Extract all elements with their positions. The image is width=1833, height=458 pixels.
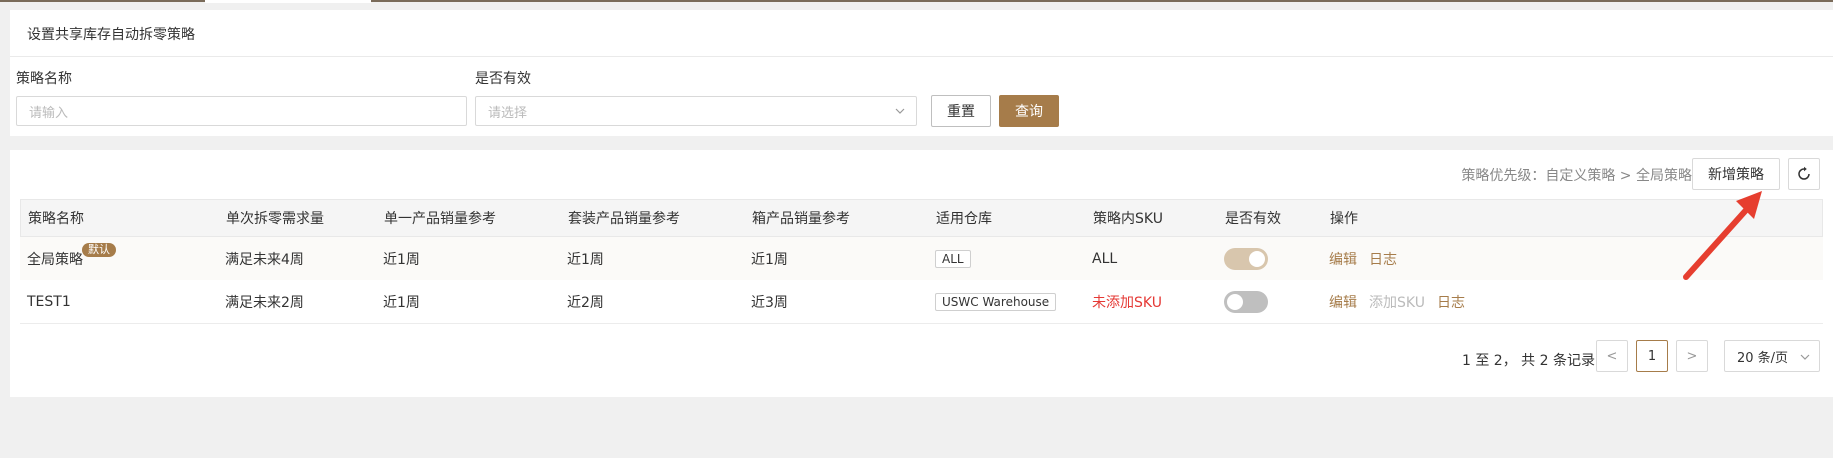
annotation-arrow-icon (1683, 191, 1762, 280)
default-badge: 默认 (82, 243, 116, 257)
page-size-select[interactable]: 20 条/页 (1724, 340, 1820, 372)
pagination-info: 1 至 2， 共 2 条记录 (1462, 353, 1595, 369)
set-ref-cell: 近1周 (567, 251, 604, 268)
strategy-name-cell: TEST1 (27, 280, 71, 323)
table-row: TEST1 满足未来2周 近1周 近2周 近3周 USWC Warehouse … (20, 280, 1823, 324)
refresh-icon (1798, 166, 1810, 180)
col-demand: 单次拆零需求量 (226, 211, 324, 227)
col-warehouse: 适用仓库 (936, 211, 992, 227)
chevron-down-icon (895, 108, 905, 114)
edit-link[interactable]: 编辑 (1329, 292, 1357, 312)
log-link[interactable]: 日志 (1369, 249, 1397, 269)
enabled-cell (1224, 237, 1268, 280)
prev-page-button[interactable]: < (1596, 340, 1628, 372)
filter-panel: 设置共享库存自动拆零策略 策略名称 请输入 是否有效 请选择 重置 查询 (10, 10, 1833, 136)
sku-cell: ALL (1092, 250, 1118, 267)
chevron-down-icon (1800, 354, 1810, 360)
col-enabled: 是否有效 (1225, 211, 1281, 227)
top-bar (0, 0, 1833, 8)
col-box-ref: 箱产品销量参考 (752, 211, 850, 227)
page-size-value: 20 条/页 (1737, 350, 1789, 366)
enabled-toggle[interactable] (1224, 290, 1268, 313)
enabled-toggle[interactable] (1224, 247, 1268, 270)
strategy-name: 全局策略 (27, 251, 83, 268)
col-strategy-name: 策略名称 (28, 211, 84, 227)
box-ref-cell: 近1周 (751, 251, 788, 268)
panel-divider (10, 56, 1833, 57)
set-ref-cell: 近2周 (567, 294, 604, 311)
single-ref-cell: 近1周 (383, 294, 420, 311)
toggle-knob (1249, 250, 1265, 267)
toggle-knob (1227, 293, 1243, 310)
col-single-ref: 单一产品销量参考 (384, 211, 496, 227)
edit-link[interactable]: 编辑 (1329, 249, 1357, 269)
warehouse-tag: USWC Warehouse (935, 292, 1057, 311)
active-tab-indicator (205, 0, 371, 3)
enabled-cell (1224, 280, 1268, 323)
query-button[interactable]: 查询 (999, 95, 1059, 127)
demand-cell: 满足未来4周 (225, 251, 304, 268)
actions-cell: 编辑 添加SKU 日志 (1329, 280, 1477, 323)
warehouse-cell: ALL (935, 237, 971, 280)
sku-cell: 未添加SKU (1092, 294, 1162, 311)
add-sku-link[interactable]: 添加SKU (1369, 292, 1425, 312)
strategy-name-cell: 全局策略 (27, 237, 83, 280)
strategy-name: TEST1 (27, 293, 71, 310)
col-sku: 策略内SKU (1093, 211, 1163, 227)
reset-button[interactable]: 重置 (931, 95, 991, 127)
warehouse-cell: USWC Warehouse (935, 280, 1057, 323)
col-actions: 操作 (1330, 211, 1358, 227)
priority-note: 策略优先级：自定义策略 > 全局策略 (1461, 168, 1692, 184)
table-row: 全局策略 默认 满足未来4周 近1周 近1周 近1周 ALL ALL 编辑 日志 (20, 237, 1823, 281)
refresh-button[interactable] (1788, 158, 1820, 190)
table-header: 策略名称 单次拆零需求量 单一产品销量参考 套装产品销量参考 箱产品销量参考 适… (20, 199, 1823, 237)
current-page-button[interactable]: 1 (1636, 340, 1668, 372)
col-set-ref: 套装产品销量参考 (568, 211, 680, 227)
box-ref-cell: 近3周 (751, 294, 788, 311)
table-panel: 策略优先级：自定义策略 > 全局策略 新增策略 策略名称 单次拆零需求量 单一产… (10, 150, 1833, 397)
warehouse-tag: ALL (935, 249, 971, 268)
is-valid-select[interactable]: 请选择 (475, 96, 917, 126)
strategy-name-input[interactable]: 请输入 (16, 96, 467, 126)
next-page-button[interactable]: > (1676, 340, 1708, 372)
single-ref-cell: 近1周 (383, 251, 420, 268)
log-link[interactable]: 日志 (1437, 292, 1465, 312)
is-valid-label: 是否有效 (475, 71, 531, 87)
is-valid-placeholder: 请选择 (488, 105, 528, 121)
demand-cell: 满足未来2周 (225, 294, 304, 311)
actions-cell: 编辑 日志 (1329, 237, 1409, 280)
panel-title: 设置共享库存自动拆零策略 (27, 27, 195, 43)
strategy-name-label: 策略名称 (16, 71, 72, 87)
